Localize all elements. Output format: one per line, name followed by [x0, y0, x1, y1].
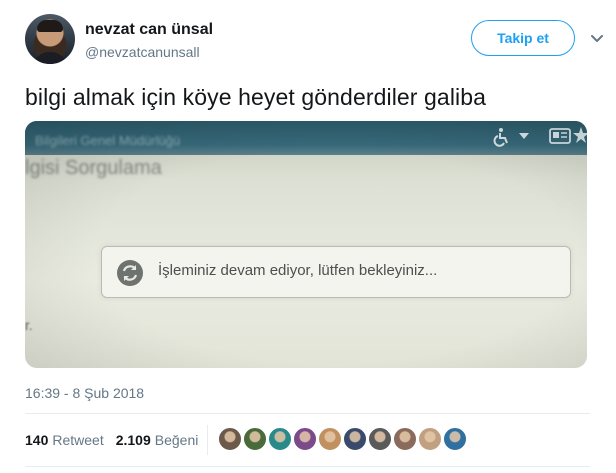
tweet-text: bilgi almak için köye heyet gönderdiler … — [25, 84, 487, 110]
author-handle[interactable]: @nevzatcanunsall — [85, 44, 200, 60]
tweet-photo[interactable]: Bilgileri Genel Müdürlüğü lgisi Sorgulam… — [25, 121, 587, 368]
loading-message: İşleminiz devam ediyor, lütfen bekleyini… — [158, 262, 438, 279]
photo-blurred-header: Bilgileri Genel Müdürlüğü — [35, 133, 181, 148]
follow-button[interactable]: Takip et — [471, 20, 575, 56]
chevron-down-icon[interactable] — [591, 32, 603, 44]
retweet-label[interactable]: Retweet — [52, 432, 103, 448]
author-name[interactable]: nevzat can ünsal — [85, 21, 213, 39]
liker-avatar[interactable] — [368, 427, 392, 451]
retweet-count[interactable]: 140 — [25, 432, 48, 448]
avatar-shirt — [33, 52, 67, 64]
liker-avatar[interactable] — [443, 427, 467, 451]
liker-avatar[interactable] — [243, 427, 267, 451]
author-avatar[interactable] — [25, 14, 75, 64]
stats-separator — [207, 425, 208, 455]
photo-blurred-title: lgisi Sorgulama — [25, 157, 162, 179]
tweet-stats: 140 Retweet 2.109 Beğeni — [25, 430, 198, 450]
liker-avatars — [218, 427, 468, 451]
liker-avatar[interactable] — [343, 427, 367, 451]
tweet-header: nevzat can ünsal @nevzatcanunsall Takip … — [25, 14, 603, 66]
avatar-hair — [37, 20, 63, 32]
liker-avatar[interactable] — [293, 427, 317, 451]
divider — [25, 466, 590, 467]
liker-avatar[interactable] — [318, 427, 342, 451]
dropdown-caret-icon — [519, 133, 529, 139]
wheelchair-icon — [493, 128, 508, 147]
photo-blurred-edge-text: r. — [25, 317, 33, 333]
tweet-timestamp[interactable]: 16:39 - 8 Şub 2018 — [25, 385, 144, 401]
like-label[interactable]: Beğeni — [155, 432, 199, 448]
star-icon — [573, 127, 587, 143]
loading-dialog: İşleminiz devam ediyor, lütfen bekleyini… — [101, 246, 571, 298]
refresh-spinner-icon — [117, 260, 143, 286]
liker-avatar[interactable] — [393, 427, 417, 451]
liker-avatar[interactable] — [418, 427, 442, 451]
divider — [25, 413, 590, 414]
liker-avatar[interactable] — [218, 427, 242, 451]
id-card-icon — [549, 128, 571, 144]
like-count[interactable]: 2.109 — [116, 432, 151, 448]
liker-avatar[interactable] — [268, 427, 292, 451]
